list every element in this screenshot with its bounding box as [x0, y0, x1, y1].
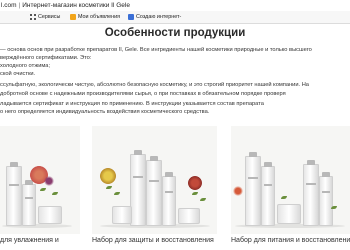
- product-card-hydration[interactable]: для увлажнения и: [0, 126, 80, 250]
- body-text-line: ссульфатную, экологически чистую, абсолю…: [0, 82, 309, 88]
- bookmark-my-ads[interactable]: Мои объявления: [70, 11, 120, 23]
- bookmark-create-site[interactable]: Создаю интернет-: [128, 11, 181, 23]
- product-caption[interactable]: Набор для защиты и восстановления: [92, 236, 217, 245]
- body-text-line: ской очистки.: [0, 71, 36, 77]
- bookmarks-bar: Сервисы Мои объявления Создаю интернет-: [0, 11, 350, 24]
- bookmark-label: Создаю интернет-: [136, 14, 182, 20]
- bookmark-label: Сервисы: [38, 14, 61, 20]
- address-bar[interactable]: l.com | Интернет-магазин косметики Il Gele: [0, 0, 350, 11]
- body-text-line: о него определяется индивидуальность воз…: [0, 109, 210, 115]
- url-domain: l.com: [1, 2, 17, 9]
- product-caption[interactable]: для увлажнения и: [0, 236, 80, 245]
- product-card-protection[interactable]: Набор для защиты и восстановления: [92, 126, 217, 250]
- bookmark-services[interactable]: Сервисы: [30, 11, 60, 23]
- bookmark-label: Мои объявления: [78, 14, 121, 20]
- product-image[interactable]: [92, 126, 217, 234]
- page-tab-title: Интернет-магазин косметики Il Gele: [22, 2, 130, 9]
- url-separator: |: [18, 2, 21, 9]
- product-image[interactable]: [0, 126, 80, 234]
- product-caption[interactable]: Набор для питания и восстановления: [231, 236, 350, 245]
- body-text-line: — основа основ при разработке препаратов…: [0, 47, 312, 53]
- bookmark-page-icon: [128, 14, 134, 20]
- apps-grid-icon: [30, 14, 36, 20]
- body-text-line: холодного отжима;: [0, 63, 51, 69]
- body-text-line: добротной основе с надежными производите…: [0, 91, 286, 97]
- ads-icon: [70, 14, 76, 20]
- body-text-line: верждённого сертификатами. Это:: [0, 55, 92, 61]
- page-title: Особенности продукции: [104, 27, 246, 39]
- product-image[interactable]: [231, 126, 350, 234]
- product-card-nutrition[interactable]: Набор для питания и восстановления: [231, 126, 350, 250]
- body-text-line: ладывается сертификат и инструкция по пр…: [0, 101, 264, 107]
